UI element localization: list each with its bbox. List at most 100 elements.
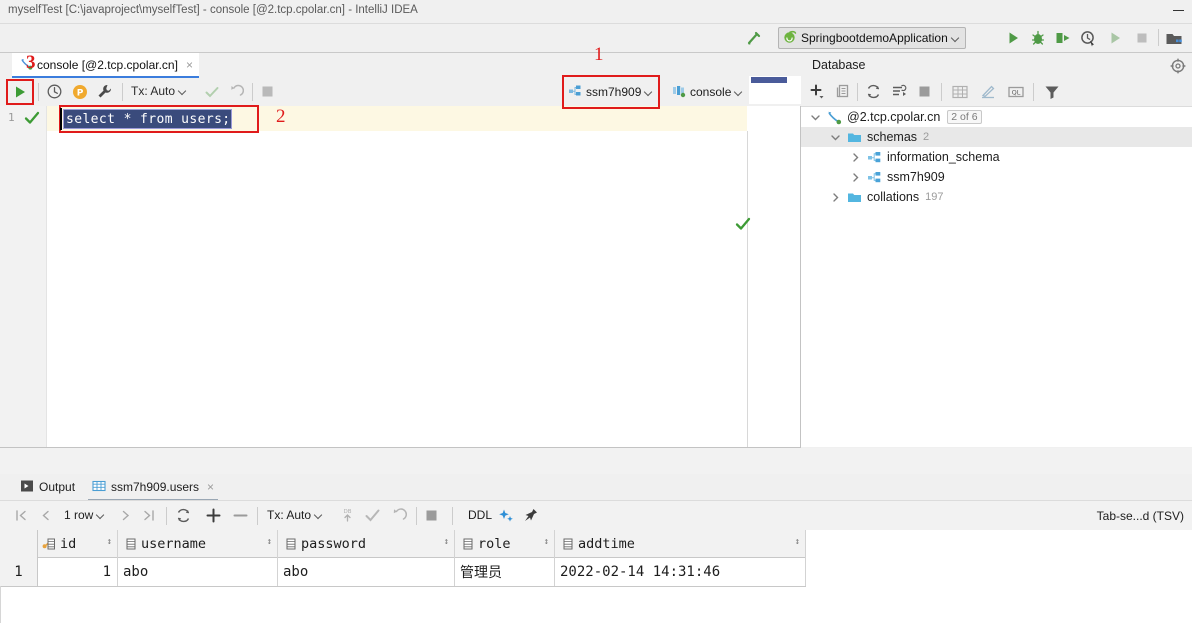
debug-button[interactable] <box>1028 28 1048 48</box>
tab-console[interactable]: console [@2.tcp.cpolar.cn] × <box>12 53 199 78</box>
grid-cell[interactable]: 2022-02-14 14:31:46 <box>555 557 806 586</box>
row-count-selector[interactable]: 1 row <box>64 508 106 522</box>
sort-indicator-icon[interactable]: ↕ <box>544 538 549 547</box>
chevron-right-icon[interactable] <box>847 149 863 165</box>
column-icon <box>560 537 574 551</box>
chevron-down-icon[interactable] <box>807 109 823 125</box>
chevron-right-icon[interactable] <box>827 189 843 205</box>
schema-selector[interactable]: ssm7h909 <box>568 82 654 102</box>
p-badge-icon[interactable]: P <box>72 84 88 103</box>
settings-target-icon[interactable] <box>1169 57 1187 78</box>
rollback-button <box>228 84 245 103</box>
stop-icon <box>918 85 931 101</box>
chevron-down-icon <box>952 34 961 43</box>
column-header-label: id <box>60 535 77 552</box>
run-configuration-selector[interactable]: SpringbootdemoApplication <box>778 27 966 49</box>
sql-editor[interactable]: 1 <box>0 106 801 448</box>
sort-indicator-icon[interactable]: ↕ <box>267 538 272 547</box>
chevron-right-icon[interactable] <box>847 169 863 185</box>
grid-cell[interactable]: abo <box>118 557 278 586</box>
db-tree-node[interactable]: @2.tcp.cpolar.cn 2 of 6 <box>801 107 1192 127</box>
clock-icon[interactable] <box>46 83 63 103</box>
title-bar: myselfTest [C:\javaproject\myselfTest] -… <box>0 0 1192 24</box>
grid-cell[interactable]: 管理员 <box>455 557 555 586</box>
chevron-down-icon[interactable] <box>827 129 843 145</box>
grid-cell[interactable]: 1 <box>37 557 118 586</box>
window-title: myselfTest [C:\javaproject\myselfTest] -… <box>8 4 418 16</box>
chevron-down-icon <box>735 88 744 97</box>
sparkle-icon[interactable] <box>497 507 515 528</box>
db-tree-node-label: ssm7h909 <box>887 170 945 184</box>
add-row-button[interactable] <box>205 507 222 527</box>
run-with-coverage-button[interactable] <box>1053 28 1073 48</box>
column-header[interactable]: id ↕ <box>37 530 118 557</box>
schema-icon <box>568 84 582 101</box>
table-row[interactable]: 1 1 abo abo 管理员 2022-02-14 14:31:46 <box>0 557 806 587</box>
minimize-button[interactable] <box>1173 10 1184 11</box>
column-header[interactable]: password ↕ <box>278 530 455 557</box>
output-format-selector[interactable]: Tab-se...d (TSV) <box>1097 509 1184 523</box>
column-header[interactable]: addtime ↕ <box>555 530 806 557</box>
database-tree[interactable]: @2.tcp.cpolar.cn 2 of 6 schemas 2 informatio… <box>801 107 1192 447</box>
db-tree-node-label: schemas <box>867 130 918 144</box>
sync-icon[interactable] <box>891 83 908 103</box>
intellij-window: myselfTest [C:\javaproject\myselfTest] -… <box>0 0 1192 623</box>
tab-users-result[interactable]: ssm7h909.users × <box>88 475 219 501</box>
db-tree-node[interactable]: ssm7h909 <box>801 167 1192 187</box>
close-icon[interactable]: × <box>186 58 193 72</box>
project-structure-button[interactable] <box>1164 28 1184 48</box>
column-header-label: role <box>478 535 511 552</box>
hammer-icon[interactable] <box>745 29 763 47</box>
result-grid[interactable]: id ↕ username ↕ password ↕ role ↕ addtime ↕ 1 1 ab… <box>0 530 1192 623</box>
editor-right-margin <box>748 106 800 447</box>
funnel-icon[interactable] <box>1043 83 1061 104</box>
db-tree-node[interactable]: schemas 2 <box>801 127 1192 147</box>
tab-output[interactable]: Output <box>16 475 79 499</box>
run-configuration-name: SpringbootdemoApplication <box>801 31 948 45</box>
table-icon <box>92 479 106 496</box>
schema-icon <box>866 169 882 185</box>
db-tree-node[interactable]: collations 197 <box>801 187 1192 207</box>
refresh-icon[interactable] <box>175 507 192 527</box>
sort-indicator-icon[interactable]: ↕ <box>444 538 449 547</box>
rollback-button <box>390 507 408 527</box>
prev-page-icon <box>38 508 53 526</box>
datasource-icon <box>826 109 842 125</box>
close-icon[interactable]: × <box>207 480 214 494</box>
chevron-down-icon <box>179 87 188 96</box>
ddl-button[interactable]: DDL <box>468 508 492 522</box>
check-green-icon <box>24 110 40 129</box>
panel-splitter[interactable] <box>0 448 1192 474</box>
commit-button <box>364 507 381 527</box>
copy-icon <box>835 83 852 103</box>
tx-mode-label: Tx: Auto <box>131 84 176 98</box>
column-header[interactable]: role ↕ <box>455 530 555 557</box>
profile-button[interactable] <box>1078 28 1098 48</box>
result-transaction-selector[interactable]: Tx: Auto <box>267 508 324 522</box>
plus-icon[interactable] <box>809 83 827 104</box>
next-page-icon <box>118 508 133 526</box>
annotation-3: 3 <box>26 52 36 73</box>
column-header[interactable]: username ↕ <box>118 530 278 557</box>
run-button[interactable] <box>1003 28 1023 48</box>
sql-statement-text[interactable]: select * from users; <box>63 109 232 129</box>
pin-icon[interactable] <box>522 507 539 527</box>
session-selector[interactable]: console <box>672 82 744 102</box>
grid-cell[interactable]: abo <box>278 557 455 586</box>
wrench-icon[interactable] <box>96 83 113 103</box>
sort-indicator-icon[interactable]: ↕ <box>795 538 800 547</box>
sort-indicator-icon[interactable]: ↕ <box>107 538 112 547</box>
inspection-status-icon[interactable] <box>735 216 751 235</box>
db-tree-node-count: 197 <box>925 191 944 203</box>
annotation-box-3 <box>6 79 34 105</box>
session-icon <box>672 84 686 101</box>
tab-output-label: Output <box>39 480 76 494</box>
output-icon <box>20 479 34 496</box>
svg-text:QL: QL <box>1012 89 1021 97</box>
db-tree-node[interactable]: information_schema <box>801 147 1192 167</box>
database-panel-toolbar: QL <box>801 78 1192 107</box>
table-icon <box>951 83 969 104</box>
editor-body[interactable] <box>47 131 748 447</box>
transaction-mode-selector[interactable]: Tx: Auto <box>131 84 188 98</box>
refresh-icon[interactable] <box>865 83 882 103</box>
